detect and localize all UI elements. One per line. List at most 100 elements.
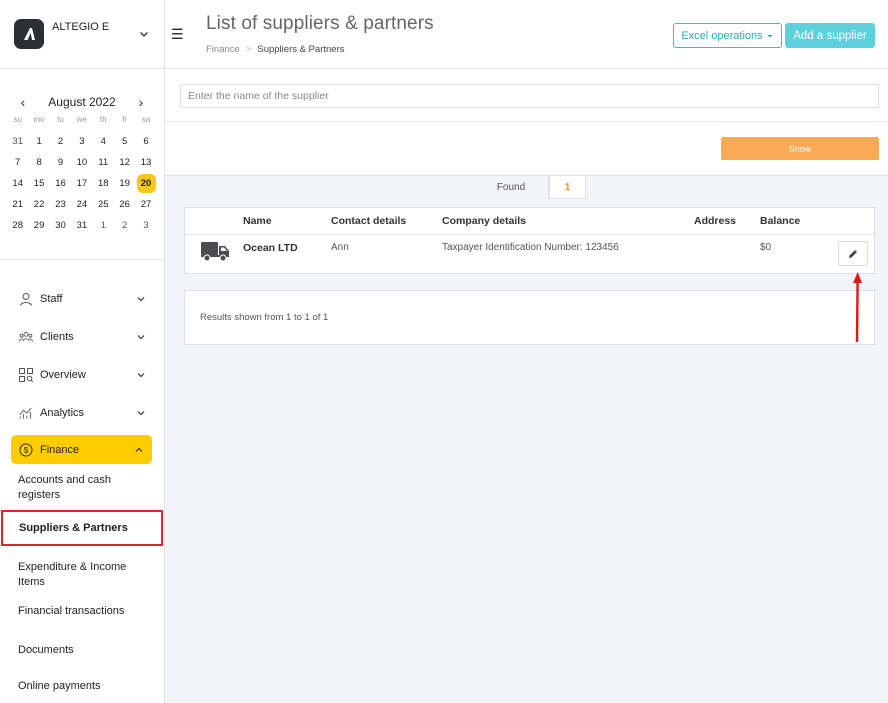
supplier-company-details: Taxpayer Identification Number: 123456 [442, 242, 619, 253]
page-header: ☰ List of suppliers & partners Finance >… [165, 0, 888, 69]
calendar-day-label: 1 [100, 220, 106, 231]
table-row[interactable]: Ocean LTD Ann Taxpayer Identification Nu… [185, 235, 874, 273]
calendar-day[interactable]: 30 [50, 215, 71, 236]
svg-text:$: $ [24, 445, 29, 455]
hamburger-menu-icon[interactable]: ☰ [171, 26, 184, 43]
pagination-summary: Results shown from 1 to 1 of 1 [184, 290, 875, 345]
add-supplier-button[interactable]: Add a supplier [785, 23, 875, 48]
calendar-day[interactable]: 7 [7, 152, 28, 173]
calendar-day[interactable]: 22 [28, 194, 49, 215]
calendar-day-label: 31 [76, 220, 88, 231]
calendar-day[interactable]: 2 [50, 131, 71, 152]
column-header-name: Name [243, 215, 272, 227]
calendar-day[interactable]: 13 [135, 152, 156, 173]
calendar-day-label: 28 [12, 220, 23, 231]
calendar-day-label: 3 [143, 220, 149, 231]
calendar-day[interactable]: 18 [93, 173, 114, 194]
sidebar-item-suppliers-partners[interactable]: Suppliers & Partners [1, 510, 163, 546]
calendar-day[interactable]: 19 [114, 173, 135, 194]
nav-label: Clients [40, 331, 74, 343]
supplier-name[interactable]: Ocean LTD [243, 242, 331, 254]
calendar-day[interactable]: 26 [114, 194, 135, 215]
nav-label: Analytics [40, 407, 85, 419]
calendar-day-label: 7 [15, 157, 21, 168]
nav-item-staff[interactable]: Staff [0, 280, 164, 318]
calendar-day[interactable]: 1 [93, 215, 114, 236]
sidebar-item-financial-transactions[interactable]: Financial transactions [0, 601, 164, 621]
calendar-day-label: 3 [79, 136, 85, 147]
weekday-label: su [13, 115, 22, 124]
calendar-day[interactable]: 27 [135, 194, 156, 215]
calendar-day[interactable]: 11 [93, 152, 114, 173]
sidebar-item-online-payments[interactable]: Online payments [0, 677, 164, 695]
calendar-day[interactable]: 31 [71, 215, 92, 236]
calendar-day[interactable]: 1 [28, 131, 49, 152]
calendar-day-label: 14 [12, 178, 23, 189]
calendar-day-today[interactable]: 20 [135, 173, 156, 194]
calendar-day[interactable]: 28 [7, 215, 28, 236]
calendar-day[interactable]: 3 [71, 131, 92, 152]
mini-calendar: ‹ August 2022 › su mo tu we th fr sa 31 1 2 3 4 5 6 7 8… [0, 69, 164, 260]
show-button[interactable]: Show [721, 137, 879, 160]
calendar-day[interactable]: 2 [114, 215, 135, 236]
found-count-badge[interactable]: 1 [549, 176, 586, 199]
sidebar-item-documents[interactable]: Documents [0, 621, 164, 677]
supplier-balance: $0 [760, 242, 772, 253]
truck-icon [185, 242, 243, 265]
edit-supplier-button[interactable] [838, 241, 868, 266]
calendar-day-label: 16 [55, 178, 66, 189]
calendar-day[interactable]: 16 [50, 173, 71, 194]
calendar-day[interactable]: 24 [71, 194, 92, 215]
weekday-label: mo [33, 115, 45, 124]
calendar-day[interactable]: 29 [28, 215, 49, 236]
calendar-day-label: 12 [119, 157, 130, 168]
calendar-day[interactable]: 3 [135, 215, 156, 236]
weekday-label: th [99, 115, 107, 124]
calendar-day[interactable]: 25 [93, 194, 114, 215]
app-root: ALTEGIO E ‹ August 2022 › su mo tu we th fr sa… [0, 0, 888, 703]
calendar-day-label: 5 [122, 136, 128, 147]
calendar-day[interactable]: 5 [114, 131, 135, 152]
calendar-day-label: 13 [140, 157, 152, 168]
search-area [165, 69, 888, 122]
nav-item-overview[interactable]: Overview [0, 356, 164, 394]
analytics-chart-icon [19, 406, 33, 420]
excel-operations-button[interactable]: Excel operations [673, 23, 782, 48]
company-name: ALTEGIO E [52, 21, 110, 33]
calendar-month-label: August 2022 [48, 95, 116, 109]
calendar-day[interactable]: 9 [50, 152, 71, 173]
sidebar: ALTEGIO E ‹ August 2022 › su mo tu we th fr sa… [0, 0, 165, 703]
sidebar-item-expenditure-income-items[interactable]: Expenditure & Income Items [0, 546, 164, 601]
next-month-icon[interactable]: › [136, 94, 146, 110]
nav-item-analytics[interactable]: Analytics [0, 394, 164, 432]
results-tabs: Found 1 [474, 176, 586, 199]
calendar-day[interactable]: 10 [71, 152, 92, 173]
calendar-day[interactable]: 31 [7, 131, 28, 152]
calendar-day[interactable]: 12 [114, 152, 135, 173]
breadcrumb-finance-link[interactable]: Finance [206, 44, 240, 55]
overview-grid-icon [19, 368, 33, 382]
calendar-day[interactable]: 23 [50, 194, 71, 215]
chevron-down-icon[interactable] [138, 28, 150, 40]
calendar-day[interactable]: 14 [7, 173, 28, 194]
calendar-day-label: 23 [55, 199, 66, 210]
calendar-day[interactable]: 17 [71, 173, 92, 194]
nav-item-clients[interactable]: Clients [0, 318, 164, 356]
calendar-day-label: 31 [12, 136, 23, 147]
calendar-day[interactable]: 6 [135, 131, 156, 152]
calendar-day-label: 24 [76, 199, 88, 210]
prev-month-icon[interactable]: ‹ [18, 94, 28, 110]
main-content: Show Found 1 Name Contact details Compan… [165, 69, 888, 703]
supplier-contact: Ann [331, 242, 349, 253]
supplier-search-input[interactable] [180, 84, 879, 108]
company-switcher[interactable]: ALTEGIO E [0, 0, 164, 69]
nav-item-finance[interactable]: $ Finance [11, 435, 152, 464]
calendar-day[interactable]: 15 [28, 173, 49, 194]
calendar-day[interactable]: 21 [7, 194, 28, 215]
tab-found[interactable]: Found [474, 176, 549, 199]
calendar-day[interactable]: 8 [28, 152, 49, 173]
sidebar-item-accounts-cash-registers[interactable]: Accounts and cash registers [0, 466, 164, 510]
person-icon [19, 292, 33, 306]
calendar-day[interactable]: 4 [93, 131, 114, 152]
altegio-logo-icon [14, 19, 44, 49]
